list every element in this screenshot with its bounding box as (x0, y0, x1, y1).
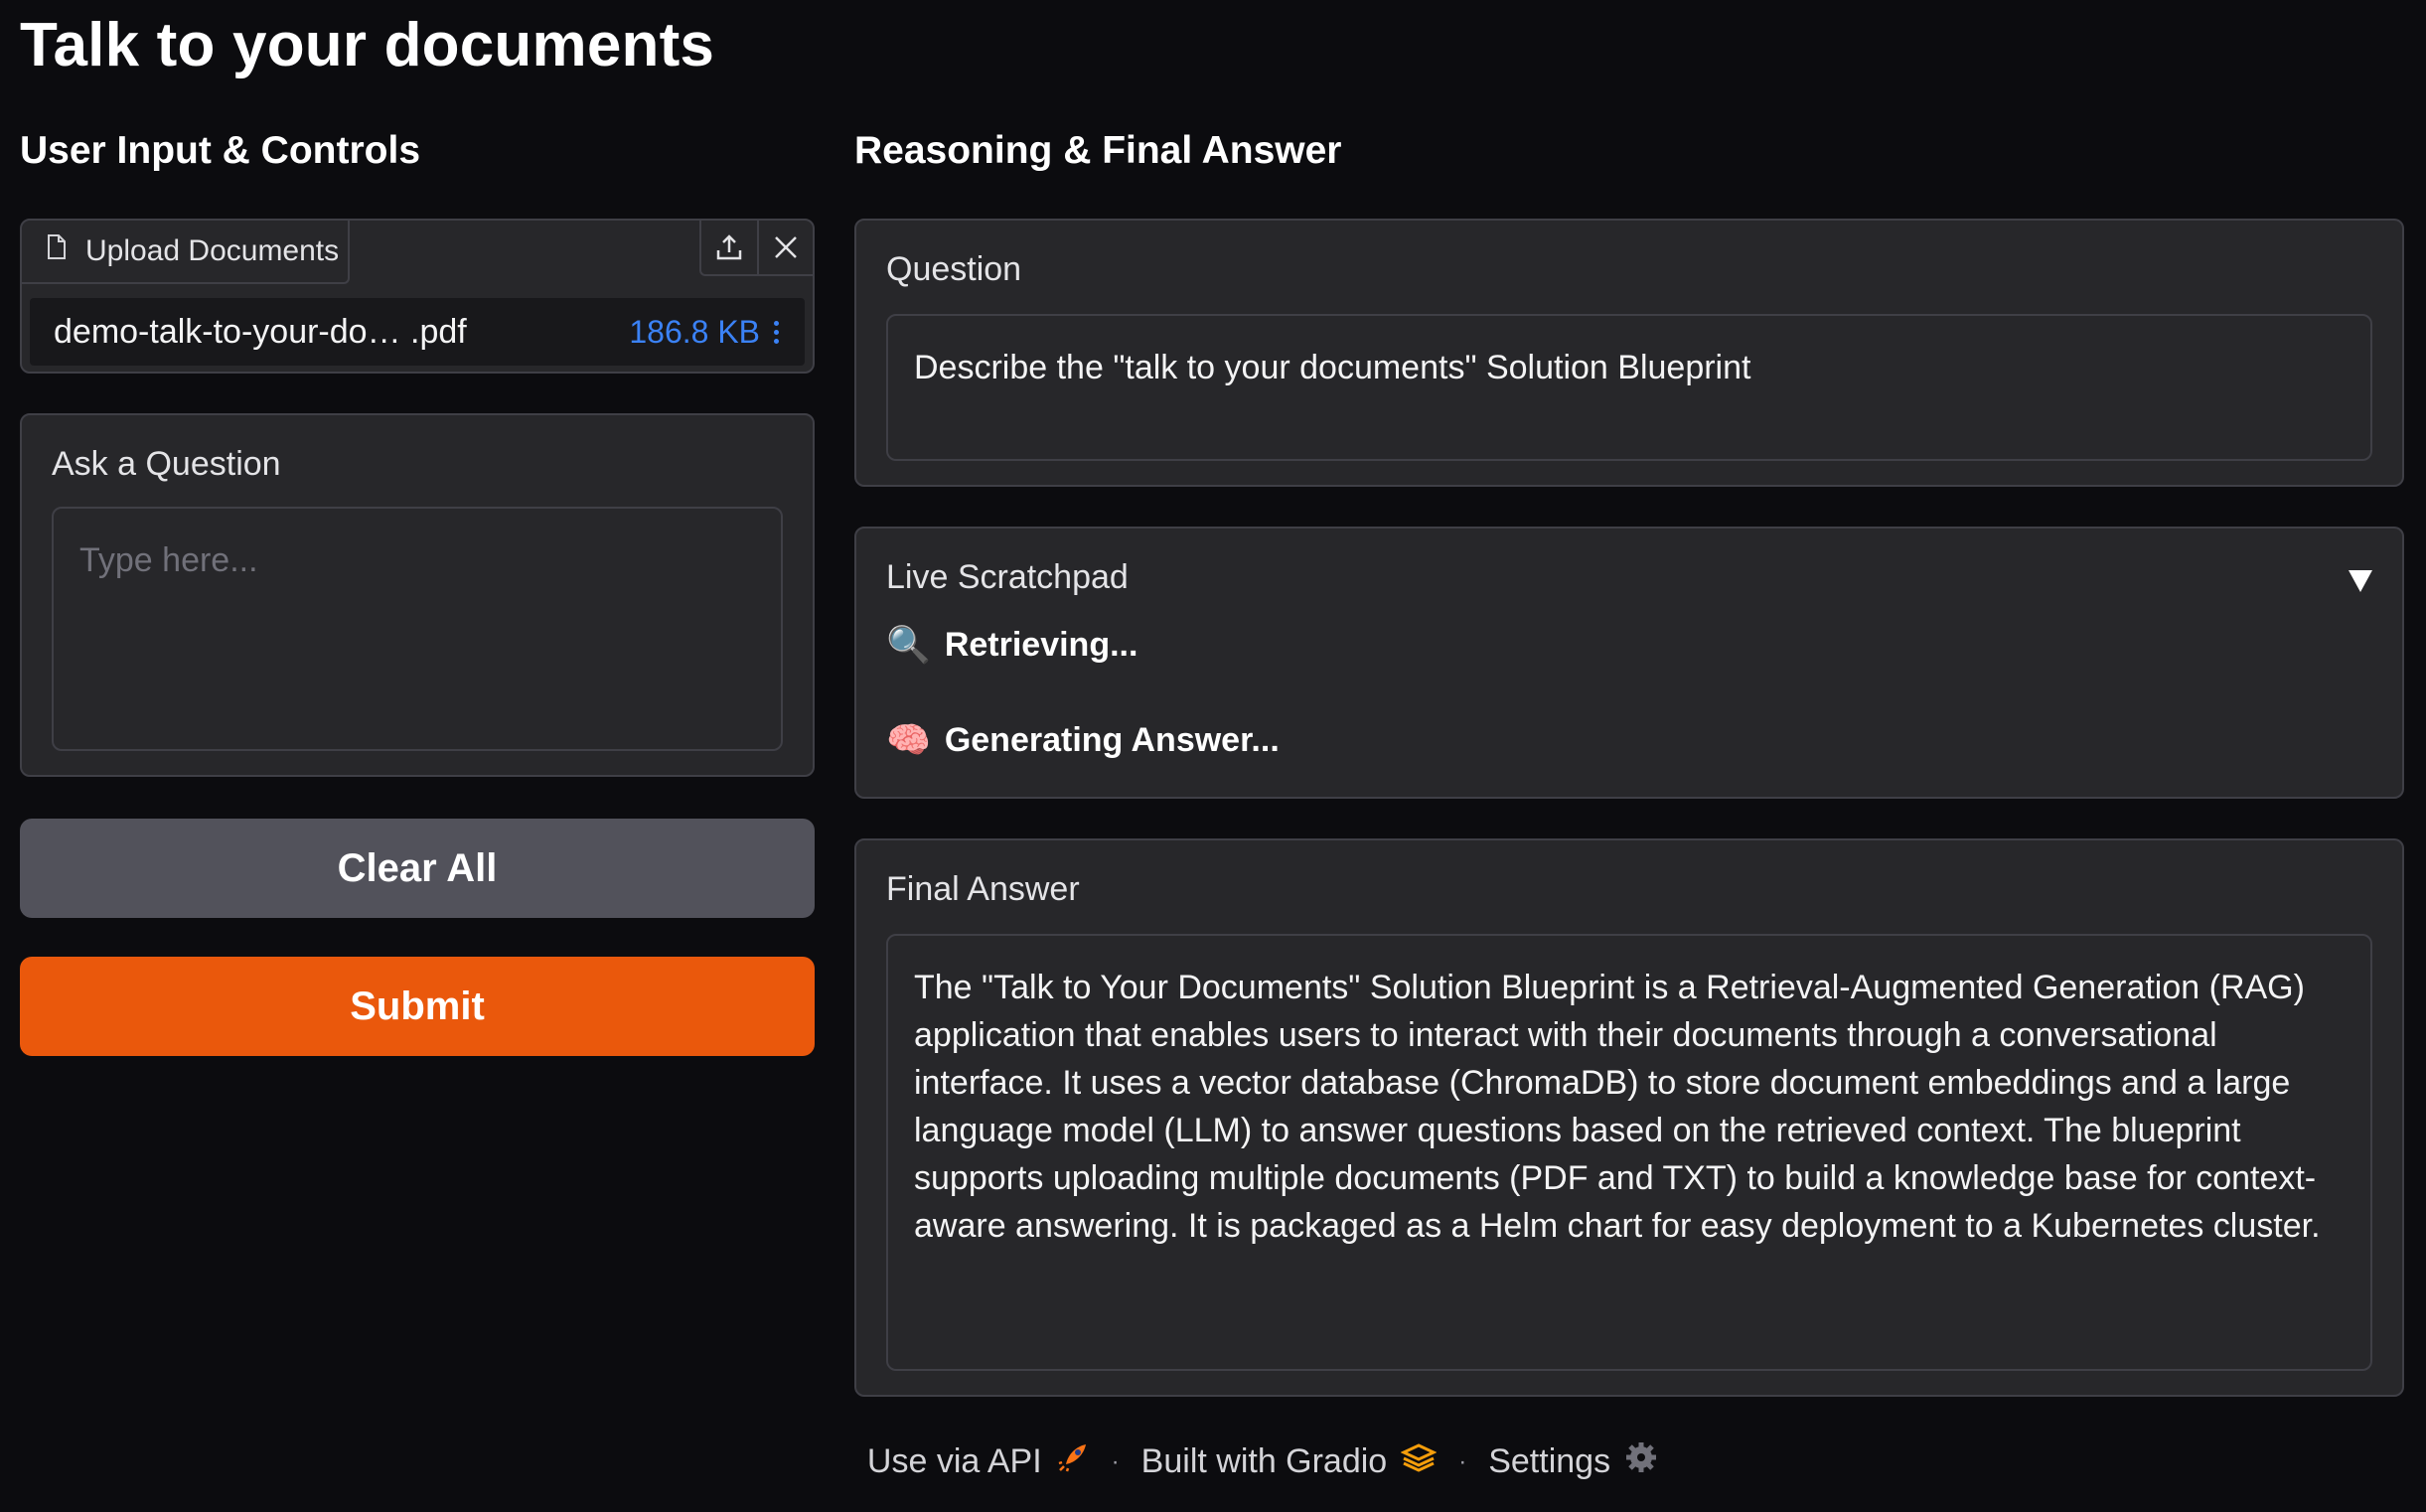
question-panel: Question Describe the "talk to your docu… (854, 219, 2404, 487)
use-via-api-link[interactable]: Use via API (867, 1440, 1090, 1483)
scratchpad-step-generating: 🧠 Generating Answer... (886, 719, 1280, 761)
page-title: Talk to your documents (20, 11, 715, 79)
scratchpad-panel: Live Scratchpad 🔍 Retrieving... 🧠 Genera… (854, 527, 2404, 799)
collapse-toggle-icon[interactable] (2349, 570, 2372, 592)
rocket-icon (1056, 1440, 1090, 1483)
settings-label: Settings (1488, 1442, 1611, 1480)
left-column-heading: User Input & Controls (20, 129, 421, 172)
app-root: Talk to your documents User Input & Cont… (0, 0, 2426, 1512)
gradio-logo-icon (1400, 1442, 1438, 1481)
footer: Use via API · Built with Gradio · Settin… (0, 1440, 2426, 1483)
close-icon[interactable] (757, 221, 813, 274)
brain-icon: 🧠 (886, 720, 931, 761)
upload-icon[interactable] (701, 221, 757, 274)
file-name: demo-talk-to-your-do… .pdf (54, 312, 467, 351)
more-options-icon[interactable] (774, 320, 779, 344)
use-via-api-label: Use via API (866, 1442, 1042, 1480)
submit-button[interactable]: Submit (20, 957, 815, 1056)
scratchpad-step-text: Retrieving... (944, 625, 1138, 664)
built-with-gradio-label: Built with Gradio (1140, 1442, 1388, 1480)
file-icon (46, 234, 68, 268)
question-display[interactable]: Describe the "talk to your documents" So… (886, 314, 2372, 461)
built-with-gradio-link[interactable]: Built with Gradio (1141, 1442, 1438, 1481)
gear-icon (1624, 1440, 1658, 1483)
upload-panel: Upload Documents demo-talk-to-your-do… .… (20, 219, 815, 374)
final-answer-panel: Final Answer The "Talk to Your Documents… (854, 838, 2404, 1397)
magnifier-icon: 🔍 (886, 625, 931, 666)
clear-all-button[interactable]: Clear All (20, 819, 815, 918)
upload-documents-label: Upload Documents (85, 234, 340, 267)
final-answer-text[interactable]: The "Talk to Your Documents" Solution Bl… (886, 934, 2372, 1371)
ask-question-label: Ask a Question (52, 445, 281, 483)
uploaded-file-row: demo-talk-to-your-do… .pdf 186.8 KB (30, 298, 805, 366)
final-answer-label: Final Answer (886, 870, 1080, 908)
upload-documents-tab[interactable]: Upload Documents (22, 221, 350, 284)
question-label: Question (886, 250, 1022, 288)
question-input[interactable]: Type here... (52, 507, 783, 751)
upload-actions (699, 221, 813, 276)
file-size: 186.8 KB (629, 313, 760, 350)
scratchpad-label: Live Scratchpad (886, 558, 1129, 596)
ask-question-panel: Ask a Question Type here... (20, 413, 815, 777)
right-column-heading: Reasoning & Final Answer (854, 129, 1342, 172)
footer-separator: · (1458, 1447, 1467, 1475)
settings-link[interactable]: Settings (1488, 1440, 1658, 1483)
footer-separator: · (1111, 1447, 1120, 1475)
scratchpad-step-retrieving: 🔍 Retrieving... (886, 624, 1137, 666)
scratchpad-step-text: Generating Answer... (944, 720, 1280, 759)
